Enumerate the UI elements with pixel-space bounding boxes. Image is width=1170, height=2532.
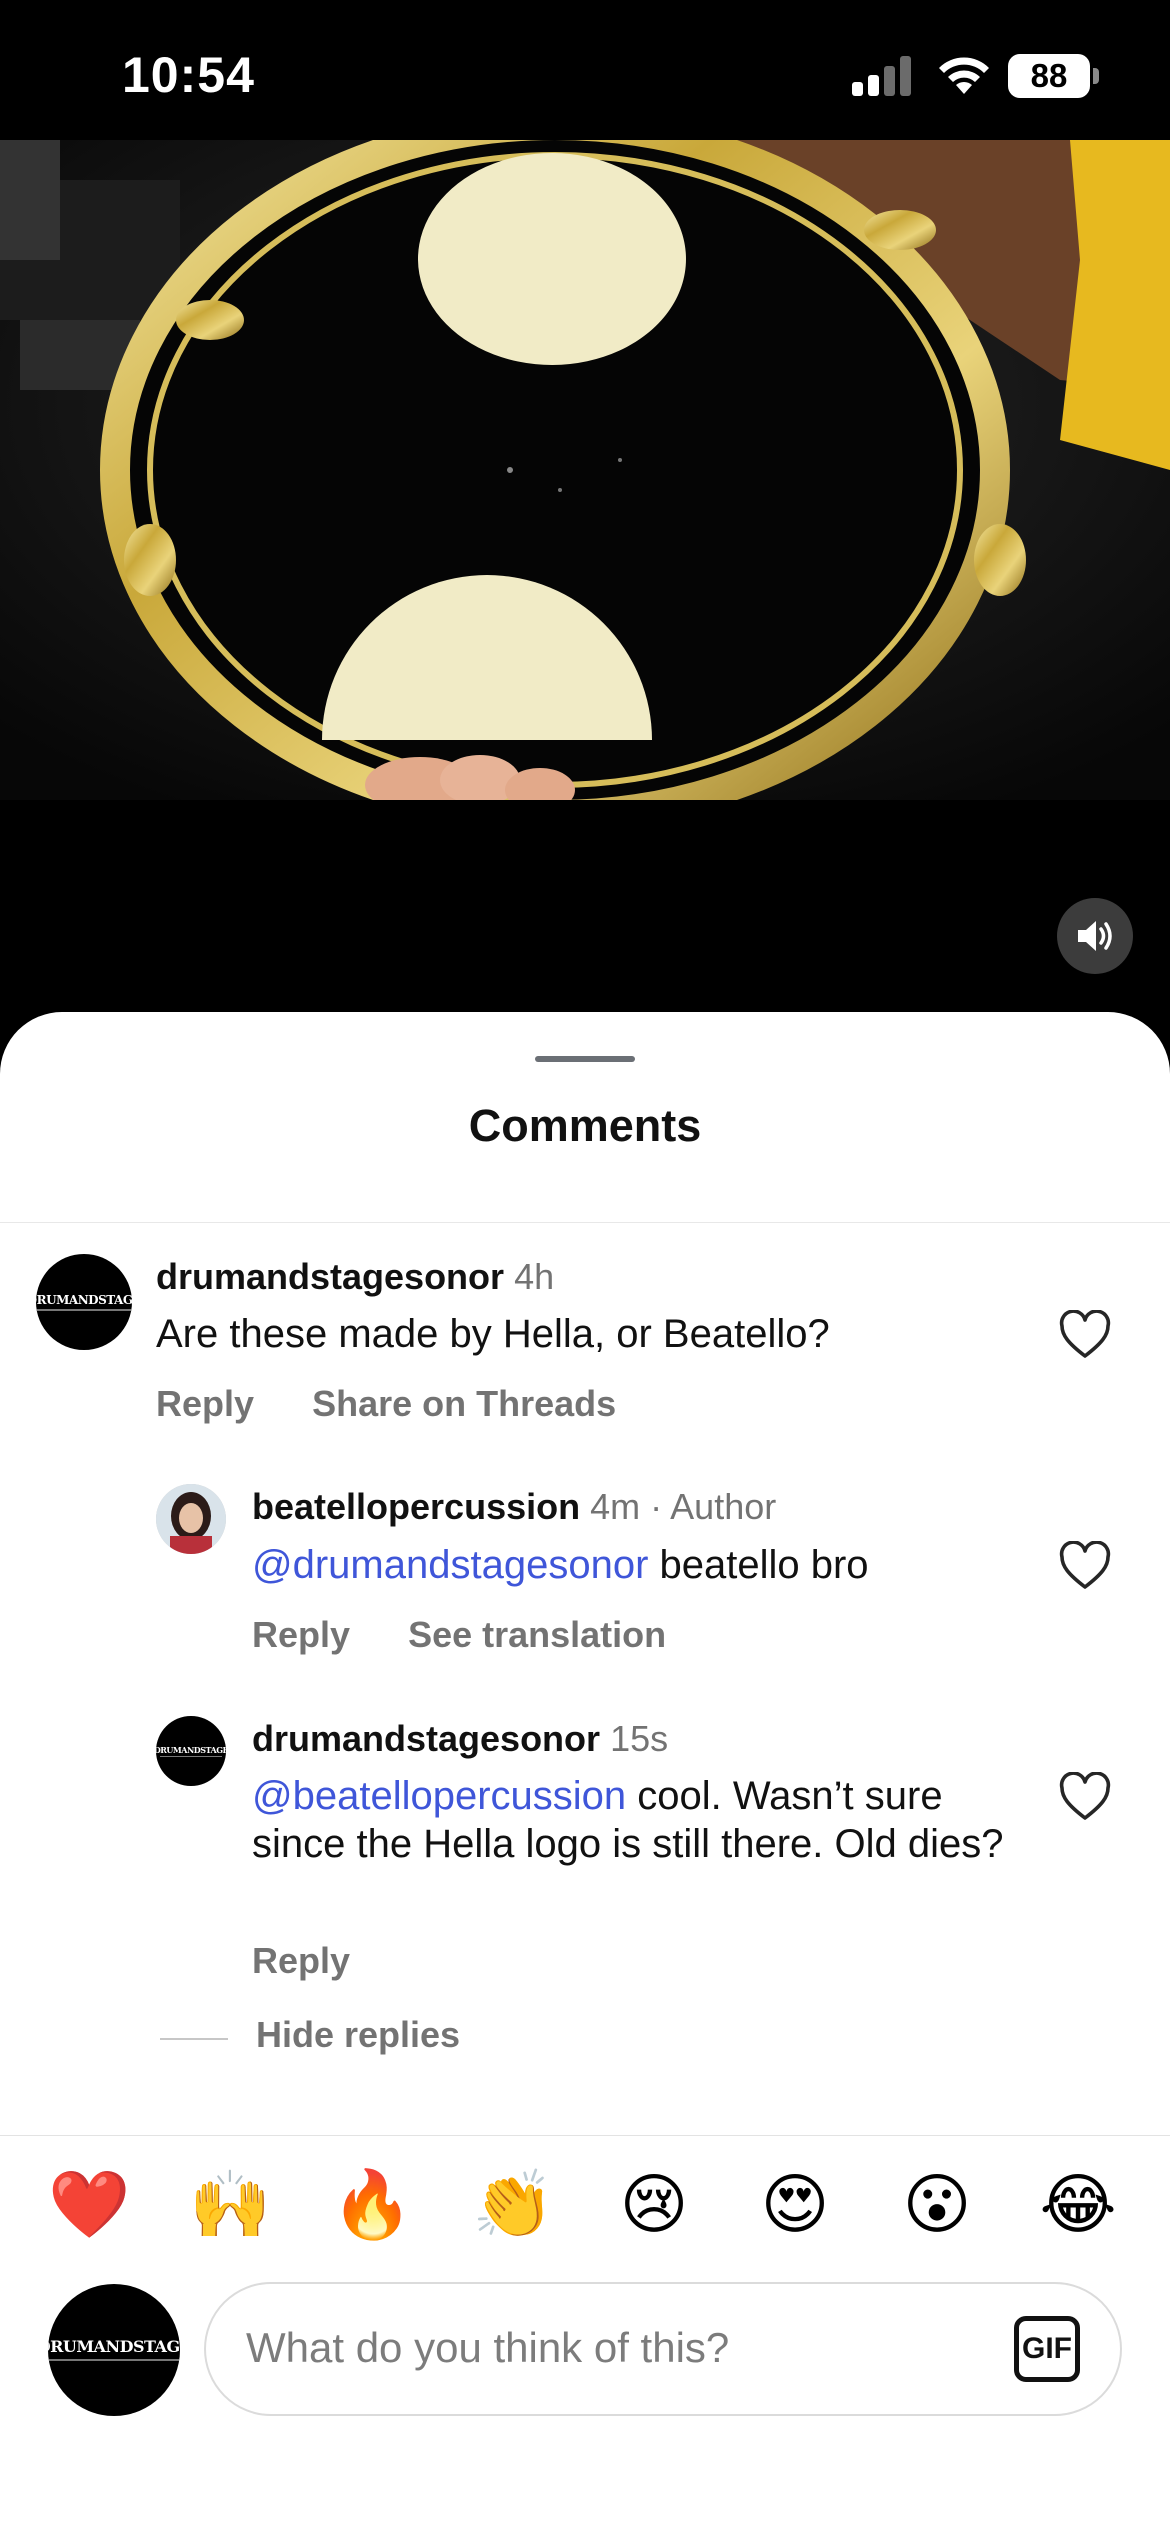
- hide-replies-label: Hide replies: [256, 2014, 461, 2055]
- emoji-reaction-fire[interactable]: 🔥: [331, 2165, 413, 2245]
- emoji-reaction-bar: ❤️ 🙌 🔥 👏 😢 😍 😮 😂: [0, 2165, 1170, 2245]
- video-frame: [0, 140, 1170, 800]
- thread-line: [160, 2038, 228, 2040]
- divider: [0, 1222, 1170, 1223]
- reply-button[interactable]: Reply: [156, 1383, 254, 1424]
- avatar[interactable]: DRUMANDSTAGE: [36, 1254, 132, 1350]
- emoji-reaction-crying[interactable]: 😢: [614, 2165, 694, 2245]
- like-heart-icon[interactable]: [1058, 1541, 1112, 1591]
- profile-photo: [156, 1484, 226, 1554]
- reply-meta: drumandstagesonor 15s: [252, 1718, 668, 1760]
- avatar[interactable]: [156, 1484, 226, 1554]
- emoji-reaction-clapping[interactable]: 👏: [472, 2165, 554, 2245]
- reply-meta: beatellopercussion 4m · Author: [252, 1486, 776, 1528]
- mention-link[interactable]: @drumandstagesonor: [252, 1543, 648, 1587]
- battery-indicator: 88: [1008, 54, 1099, 98]
- avatar-logo-text: DRUMANDSTAGE: [48, 2337, 180, 2356]
- comment-username[interactable]: beatellopercussion: [252, 1486, 580, 1527]
- wifi-icon: [939, 57, 989, 94]
- emoji-reaction-laughing[interactable]: 😂: [1038, 2165, 1118, 2245]
- comment-text: @drumandstagesonor beatello bro: [252, 1541, 1032, 1589]
- comment-input[interactable]: What do you think of this? GIF: [204, 2282, 1122, 2416]
- video-player[interactable]: [0, 140, 1170, 800]
- emoji-reaction-heart[interactable]: ❤️: [48, 2165, 130, 2245]
- comment-text: @beatellopercussion cool. Wasn’t sure si…: [252, 1772, 1032, 1868]
- avatar[interactable]: DRUMANDSTAGE: [156, 1716, 226, 1786]
- status-bar: 10:54 88: [0, 0, 1170, 140]
- comment-input-placeholder: What do you think of this?: [246, 2324, 730, 2371]
- comment-body: beatello bro: [648, 1543, 869, 1587]
- sheet-title: Comments: [468, 1100, 702, 1151]
- author-badge: Author: [670, 1486, 777, 1527]
- comment-actions: Reply Share on Threads: [156, 1383, 664, 1425]
- gif-button[interactable]: GIF: [1014, 2316, 1080, 2382]
- comment-time: 4h: [514, 1256, 555, 1297]
- mute-toggle-button[interactable]: [1057, 898, 1133, 974]
- current-user-avatar[interactable]: DRUMANDSTAGE: [48, 2284, 180, 2416]
- comment-meta: drumandstagesonor 4h: [156, 1256, 554, 1298]
- cellular-signal-icon: [852, 56, 914, 96]
- comment-text: Are these made by Hella, or Beatello?: [156, 1310, 1016, 1358]
- comment-time: 15s: [610, 1718, 669, 1759]
- like-heart-icon[interactable]: [1058, 1772, 1112, 1822]
- status-time: 10:54: [122, 47, 255, 103]
- comment-time: 4m: [590, 1486, 641, 1527]
- sheet-drag-handle[interactable]: [535, 1056, 635, 1062]
- speaker-icon: [1078, 921, 1112, 951]
- avatar-logo-text: DRUMANDSTAGE: [36, 1292, 132, 1307]
- meta-separator: ·: [650, 1486, 663, 1527]
- reply-button[interactable]: Reply: [252, 1940, 350, 1981]
- emoji-reaction-surprised[interactable]: 😮: [897, 2165, 977, 2245]
- mention-link[interactable]: @beatellopercussion: [252, 1774, 626, 1818]
- avatar-logo-text: DRUMANDSTAGE: [156, 1744, 226, 1755]
- comment-actions: Reply: [252, 1940, 398, 1982]
- like-heart-icon[interactable]: [1058, 1310, 1112, 1360]
- comment-actions: Reply See translation: [252, 1614, 714, 1656]
- share-on-threads-button[interactable]: Share on Threads: [312, 1383, 616, 1424]
- emoji-reaction-heart-eyes[interactable]: 😍: [755, 2165, 835, 2245]
- emoji-reaction-raising-hands[interactable]: 🙌: [189, 2165, 271, 2245]
- comment-username[interactable]: drumandstagesonor: [252, 1718, 600, 1759]
- see-translation-button[interactable]: See translation: [408, 1614, 666, 1655]
- reply-button[interactable]: Reply: [252, 1614, 350, 1655]
- divider: [0, 2135, 1170, 2136]
- comment-body: Are these made by Hella, or Beatello?: [156, 1312, 830, 1356]
- comment-username[interactable]: drumandstagesonor: [156, 1256, 504, 1297]
